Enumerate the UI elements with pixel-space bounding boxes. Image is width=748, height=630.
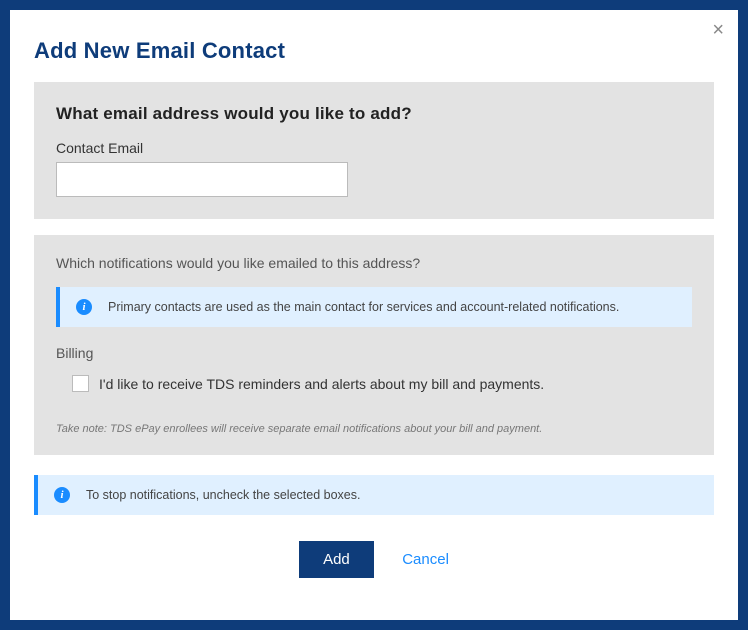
stop-notifications-text: To stop notifications, uncheck the selec… xyxy=(86,488,360,502)
add-email-contact-modal: × Add New Email Contact What email addre… xyxy=(10,10,738,620)
notifications-panel: Which notifications would you like email… xyxy=(34,235,714,455)
contact-email-label: Contact Email xyxy=(56,140,692,156)
primary-contact-info: i Primary contacts are used as the main … xyxy=(56,287,692,327)
cancel-button[interactable]: Cancel xyxy=(402,551,449,568)
info-icon: i xyxy=(76,299,92,315)
button-row: Add Cancel xyxy=(10,535,738,578)
stop-notifications-info: i To stop notifications, uncheck the sel… xyxy=(34,475,714,515)
contact-email-input[interactable] xyxy=(56,162,348,197)
epay-footnote: Take note: TDS ePay enrollees will recei… xyxy=(56,422,692,437)
add-button[interactable]: Add xyxy=(299,541,374,578)
notifications-question: Which notifications would you like email… xyxy=(56,255,692,271)
info-icon: i xyxy=(54,487,70,503)
primary-contact-info-text: Primary contacts are used as the main co… xyxy=(108,300,619,314)
close-icon[interactable]: × xyxy=(712,20,724,40)
email-input-panel: What email address would you like to add… xyxy=(34,82,714,219)
modal-title: Add New Email Contact xyxy=(10,10,738,82)
email-section-heading: What email address would you like to add… xyxy=(56,104,692,124)
billing-reminders-checkbox[interactable] xyxy=(72,375,89,392)
billing-reminders-label: I'd like to receive TDS reminders and al… xyxy=(99,376,544,392)
billing-checkbox-row: I'd like to receive TDS reminders and al… xyxy=(72,375,692,392)
billing-section-label: Billing xyxy=(56,345,692,361)
